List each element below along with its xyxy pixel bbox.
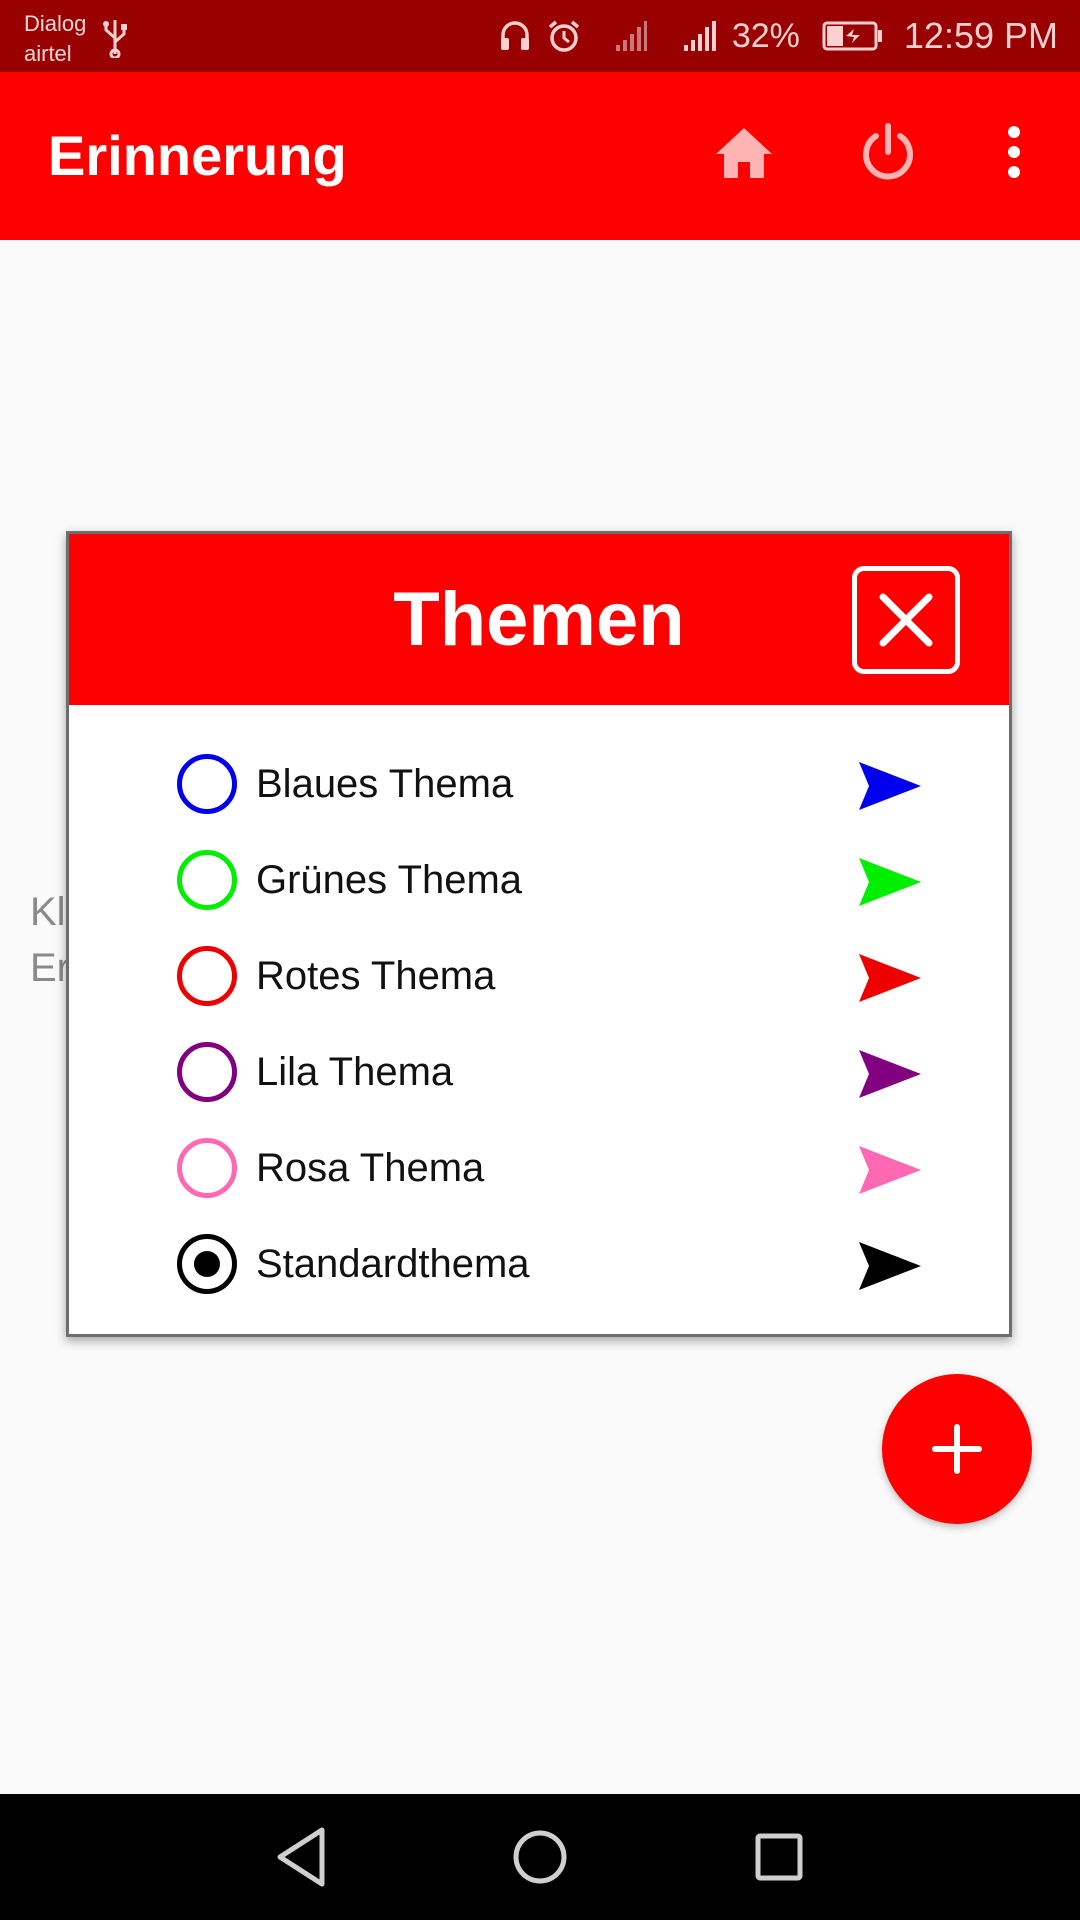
theme-label: Rosa Thema	[256, 1146, 485, 1190]
radio-selected-dot	[194, 1251, 220, 1277]
carrier-name-2: airtel	[24, 41, 72, 66]
send-icon	[859, 1242, 921, 1290]
power-icon[interactable]	[856, 120, 920, 184]
theme-label: Blaues Thema	[256, 762, 514, 806]
carrier-info: Dialog airtel	[24, 8, 86, 68]
theme-label: Lila Thema	[256, 1050, 454, 1094]
radio-button-selected[interactable]	[177, 1234, 237, 1294]
close-button[interactable]	[852, 566, 960, 674]
app-bar: Erinnerung	[0, 72, 1080, 240]
battery-percent: 32%	[731, 16, 800, 55]
send-icon	[859, 954, 921, 1002]
send-icon	[859, 858, 921, 906]
plus-icon	[932, 1424, 982, 1474]
radio-button[interactable]	[177, 1138, 237, 1198]
send-icon	[859, 1050, 921, 1098]
close-icon	[879, 593, 933, 647]
home-icon[interactable]	[712, 122, 776, 186]
radio-button[interactable]	[177, 850, 237, 910]
radio-button[interactable]	[177, 754, 237, 814]
clock: 12:59 PM	[903, 15, 1058, 56]
theme-dialog: Themen Blaues Thema Grünes Thema Rotes T…	[66, 531, 1012, 1337]
theme-label: Rotes Thema	[256, 954, 496, 998]
alarm-icon	[548, 20, 579, 52]
more-vert-icon[interactable]	[994, 120, 1034, 184]
add-reminder-button[interactable]	[882, 1374, 1032, 1524]
status-icons: 32% 12:59 PM	[498, 0, 1058, 72]
theme-option-red[interactable]: Rotes Thema	[69, 938, 1009, 1034]
signal-icon	[615, 21, 647, 51]
theme-option-green[interactable]: Grünes Thema	[69, 842, 1009, 938]
theme-label: Grünes Thema	[256, 858, 523, 902]
back-icon[interactable]	[272, 1824, 332, 1890]
theme-option-default[interactable]: Standardthema	[69, 1226, 1009, 1322]
theme-option-blue[interactable]: Blaues Thema	[69, 746, 1009, 842]
radio-button[interactable]	[177, 946, 237, 1006]
theme-label: Standardthema	[256, 1242, 530, 1286]
send-icon	[859, 762, 921, 810]
theme-option-purple[interactable]: Lila Thema	[69, 1034, 1009, 1130]
radio-button[interactable]	[177, 1042, 237, 1102]
recents-icon[interactable]	[748, 1826, 810, 1888]
home-circle-icon[interactable]	[508, 1824, 572, 1890]
screen: Dialog airtel 32% 12:59 PM Erinnerung Kl…	[0, 0, 1080, 1920]
headset-icon	[500, 21, 529, 50]
status-bar: Dialog airtel 32% 12:59 PM	[0, 0, 1080, 72]
usb-icon	[103, 20, 127, 58]
send-icon	[859, 1146, 921, 1194]
app-title: Erinnerung	[48, 124, 347, 187]
theme-option-pink[interactable]: Rosa Thema	[69, 1130, 1009, 1226]
battery-charging-icon	[822, 21, 882, 51]
carrier-name-1: Dialog	[24, 11, 87, 36]
dialog-header: Themen	[69, 534, 1009, 705]
navigation-bar	[0, 1794, 1080, 1920]
signal-icon-2	[683, 21, 716, 51]
theme-list: Blaues Thema Grünes Thema Rotes Thema Li…	[69, 746, 1009, 1322]
